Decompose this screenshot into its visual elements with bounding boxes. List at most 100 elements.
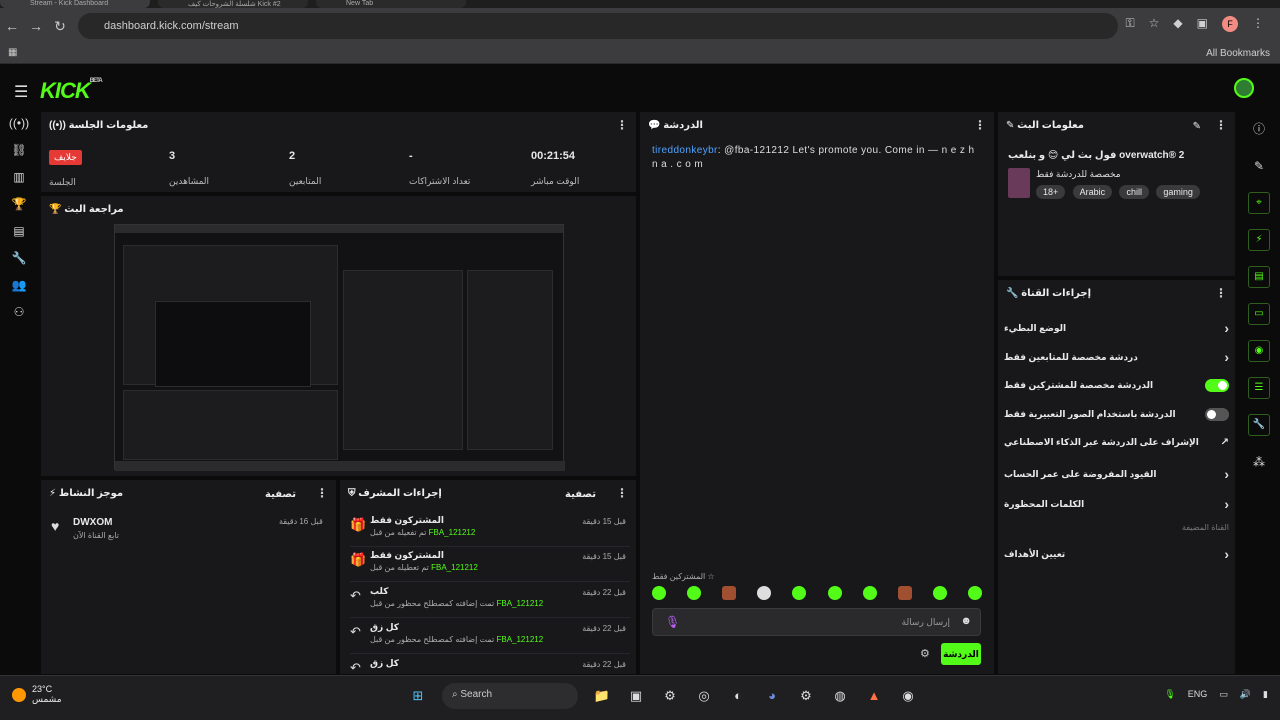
forward-icon[interactable]: → [24, 18, 48, 34]
mic-icon[interactable]: 🎙 [665, 615, 680, 629]
broadcast-icon[interactable]: ◉ [1248, 340, 1270, 362]
app-icon[interactable]: ▣ [626, 686, 646, 706]
hamburger-icon[interactable]: ☰ [14, 82, 28, 102]
mod-action-item[interactable]: 🎁 المشتركون فقط تم تفعيله من قبل FBA_121… [350, 513, 630, 547]
chat-icon[interactable]: ▭ [1248, 303, 1270, 325]
taskbar-search[interactable]: ⌕ Search [442, 683, 578, 709]
emoji-icon[interactable]: ☻ [960, 615, 972, 627]
ai-moderation-row[interactable]: الإشراف على الدردشة عبر الذكاء الاصطناعي… [1004, 437, 1229, 448]
app-icon[interactable]: ◐ [728, 686, 748, 706]
network-icon[interactable]: ▭ [1219, 689, 1228, 700]
kick-logo[interactable]: KICKBETA [40, 78, 103, 104]
set-goals-row[interactable]: تعيين الأهداف › [1004, 546, 1229, 562]
community-icon[interactable]: ⚇ [0, 299, 38, 326]
mic-icon[interactable]: 🎙 [1164, 689, 1175, 700]
filter-button[interactable]: تصفية ⋮ [565, 486, 628, 500]
emote-icon[interactable] [687, 586, 702, 600]
slow-mode-row[interactable]: الوضع البطيء › [1004, 320, 1229, 336]
emote-icon[interactable] [932, 586, 947, 600]
stream-preview-video[interactable] [114, 224, 565, 471]
back-icon[interactable]: ← [0, 18, 24, 34]
lightning-icon[interactable]: ⚡ [1248, 229, 1270, 251]
windows-start-icon[interactable]: ⊞ [408, 686, 428, 706]
all-bookmarks[interactable]: All Bookmarks [1206, 48, 1270, 59]
obs-icon[interactable]: ◉ [898, 686, 918, 706]
emote-icon[interactable] [792, 586, 807, 600]
followers-only-row[interactable]: دردشة مخصصة للمتابعين فقط › [1004, 349, 1229, 365]
tag-chip[interactable]: gaming [1156, 185, 1200, 199]
video-icon[interactable]: ▤ [0, 218, 38, 245]
chart-icon[interactable]: ▥ [0, 164, 38, 191]
volume-icon[interactable]: 🔊 [1240, 689, 1251, 700]
browser-tab[interactable]: Stream - Kick Dashboard [0, 0, 150, 8]
steam-icon[interactable]: ◍ [830, 686, 850, 706]
wrench-icon[interactable]: 🔧 [1248, 414, 1270, 436]
link-icon[interactable]: ⛓ [0, 137, 38, 164]
gear-icon[interactable]: ⚙ [920, 647, 930, 660]
apps-icon[interactable]: ▦ [8, 47, 17, 58]
activity-user[interactable]: DWXOM [73, 517, 112, 528]
user-avatar[interactable] [1234, 78, 1254, 98]
layers-icon[interactable]: ☰ [1248, 377, 1270, 399]
steam-icon[interactable]: ⚙ [660, 686, 680, 706]
info-icon[interactable]: ⓘ [1248, 118, 1270, 140]
mod-action-item[interactable]: ↶ كلب تمت إضافته كمصطلح محظور من قبل FBA… [350, 584, 630, 618]
kebab-icon[interactable]: ⋮ [1215, 286, 1227, 300]
emote-icon[interactable] [862, 586, 877, 600]
emote-icon[interactable] [652, 586, 666, 600]
trophy-icon[interactable]: 🏆 [0, 191, 38, 218]
kebab-icon[interactable]: ⋮ [616, 118, 628, 132]
settings-icon[interactable]: ⚙ [796, 686, 816, 706]
kebab-icon[interactable]: ⋮ [1215, 118, 1227, 132]
tag-chip[interactable]: 18+ [1036, 185, 1066, 199]
tag-chip[interactable]: Arabic [1072, 185, 1113, 199]
folder-icon[interactable]: 📁 [592, 686, 612, 706]
menu-icon[interactable]: ⋮ [1252, 16, 1264, 32]
focus-icon[interactable]: ⌖ [1248, 192, 1270, 214]
weather-condition: مشمس [32, 694, 62, 704]
language-indicator[interactable]: ENG [1188, 689, 1208, 700]
browser-tab[interactable]: شلسلة الشروحات كيف Kick #2 [158, 0, 308, 8]
app-icon[interactable]: ▲ [864, 686, 884, 706]
mod-action-item[interactable]: 🎁 المشتركون فقط تم تعطيله من قبل FBA_121… [350, 548, 630, 582]
filter-button[interactable]: تصفية ⋮ [265, 486, 328, 500]
subscribers-only-toggle[interactable] [1205, 379, 1229, 392]
mod-action-item[interactable]: ↶ كل زق قبل 22 دقيقة [350, 656, 630, 675]
users-icon[interactable]: 👥 [0, 272, 38, 299]
chat-input[interactable]: 🎙 إرسال رسالة ☻ [652, 608, 981, 636]
mod-action-item[interactable]: ↶ كل زق تمت إضافته كمصطلح محظور من قبل F… [350, 620, 630, 654]
url-input[interactable]: dashboard.kick.com/stream [78, 13, 1118, 39]
emote-icon[interactable] [897, 586, 912, 600]
weather-widget[interactable]: 23°C مشمس [12, 684, 62, 705]
category-name[interactable]: مخصصة للدردشة فقط [1036, 169, 1121, 180]
discord-icon[interactable]: ◕ [762, 686, 782, 706]
browser-tab[interactable]: New Tab [316, 0, 466, 8]
profile-avatar[interactable]: F [1222, 16, 1238, 32]
account-age-row[interactable]: القيود المفروضة على عمر الحساب › [1004, 466, 1229, 482]
stat-label: المشاهدين [169, 176, 210, 186]
battery-icon[interactable]: ▮ [1263, 689, 1268, 700]
chat-username[interactable]: tireddonkeybr [652, 145, 718, 156]
banned-words-row[interactable]: الكلمات المحظورة › [1004, 496, 1229, 512]
reload-icon[interactable]: ↻ [48, 18, 72, 35]
send-chat-button[interactable]: الدردشة [941, 643, 981, 665]
emote-only-toggle[interactable] [1205, 408, 1229, 421]
edit-icon[interactable]: ✎ [1193, 121, 1201, 132]
emote-icon[interactable] [827, 586, 842, 600]
add-widget-icon[interactable]: ⁂ [1248, 451, 1270, 473]
emote-icon[interactable] [967, 586, 982, 600]
kebab-icon[interactable]: ⋮ [974, 118, 986, 132]
puzzle-icon[interactable]: ▣ [1197, 16, 1208, 32]
document-icon[interactable]: ▤ [1248, 266, 1270, 288]
extension-icon[interactable]: ◆ [1173, 16, 1182, 32]
emote-icon[interactable] [757, 586, 772, 600]
wrench-icon[interactable]: 🔧 [0, 245, 38, 272]
key-icon[interactable]: ⚿ [1126, 16, 1135, 32]
tag-chip[interactable]: chill [1119, 185, 1149, 199]
pencil-icon[interactable]: ✎ [1248, 155, 1270, 177]
category-thumbnail[interactable] [1008, 168, 1030, 198]
emote-icon[interactable] [722, 586, 737, 600]
broadcast-icon[interactable]: ((•)) [0, 110, 38, 137]
star-icon[interactable]: ☆ [1149, 16, 1160, 32]
chrome-icon[interactable]: ◎ [694, 686, 714, 706]
